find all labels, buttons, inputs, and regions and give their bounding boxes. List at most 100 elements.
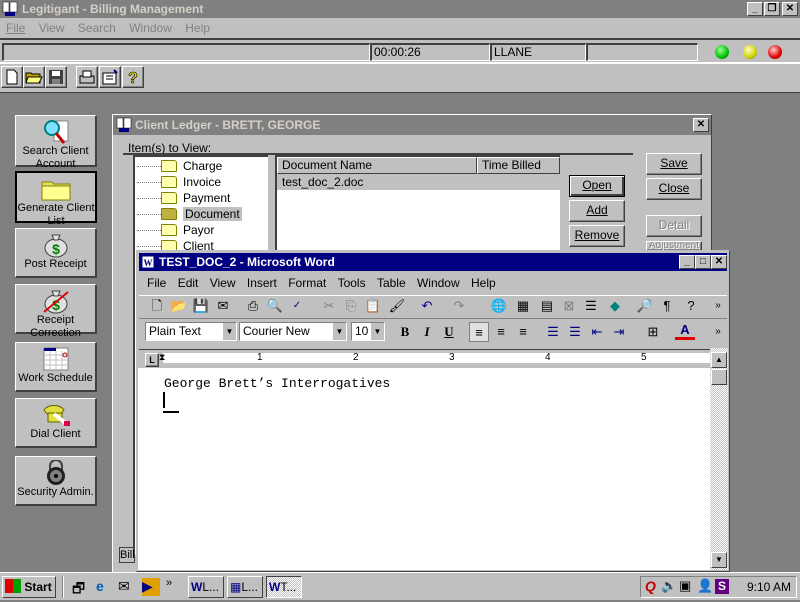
tree-item-document[interactable]: Document — [137, 206, 242, 222]
align-center-button[interactable]: ≡ — [491, 322, 511, 342]
font-size-dropdown[interactable]: 10 ▼ — [351, 322, 385, 341]
word-menu-view[interactable]: View — [210, 276, 236, 290]
post-receipt-button[interactable]: $ Post Receipt — [15, 228, 97, 278]
outlook-quicklaunch-icon[interactable]: ✉ — [118, 578, 136, 596]
menu-view[interactable]: View — [39, 21, 65, 35]
receipt-correction-button[interactable]: $ Receipt Correction — [15, 284, 97, 339]
format-toolbar-more-icon[interactable]: » — [711, 322, 725, 342]
align-right-button[interactable]: ≡ — [513, 322, 533, 342]
word-insert-table-icon[interactable]: ▤ — [537, 296, 557, 316]
underline-button[interactable]: U — [439, 322, 459, 342]
taskbar-task-word-t[interactable]: WT... — [266, 576, 302, 598]
close-button[interactable]: ✕ — [782, 2, 798, 16]
table-row[interactable]: test_doc_2.doc — [277, 174, 560, 190]
word-new-icon[interactable]: 🗋 — [147, 296, 167, 316]
word-drawing-icon[interactable]: ◆ — [605, 296, 625, 316]
tree-item-payor[interactable]: Payor — [137, 222, 214, 238]
word-save-icon[interactable]: 💾 — [191, 296, 211, 316]
network-tray-icon[interactable]: ▣ — [679, 578, 691, 594]
add-button[interactable]: Add — [569, 200, 625, 222]
font-dropdown[interactable]: Courier New ▼ — [239, 322, 347, 341]
user-tray-icon[interactable]: 👤 — [697, 578, 713, 594]
quicken-tray-icon[interactable]: Q — [645, 578, 656, 594]
save-ledger-button[interactable]: Save — [646, 153, 702, 175]
bold-button[interactable]: B — [395, 322, 415, 342]
bill-tab[interactable]: Bill — [119, 547, 135, 563]
tree-item-charge[interactable]: Charge — [137, 158, 222, 174]
word-menu-file[interactable]: File — [147, 276, 166, 290]
desktop-quicklaunch-icon[interactable]: 🗗 — [72, 578, 90, 596]
taskbar-task-legitigant[interactable]: ▦L... — [227, 576, 263, 598]
decrease-indent-button[interactable]: ⇤ — [587, 322, 607, 342]
word-hyperlink-icon[interactable]: 🌐 — [489, 296, 509, 316]
increase-indent-button[interactable]: ⇥ — [609, 322, 629, 342]
word-show-hide-icon[interactable]: ¶ — [657, 296, 677, 316]
word-menu-insert[interactable]: Insert — [247, 276, 277, 290]
open-button[interactable] — [23, 66, 45, 88]
open-button[interactable]: Open — [569, 175, 625, 197]
dial-client-button[interactable]: Dial Client — [15, 398, 97, 448]
tree-item-invoice[interactable]: Invoice — [137, 174, 221, 190]
print-button[interactable] — [76, 66, 98, 88]
taskbar-task-word-l[interactable]: WL... — [188, 576, 224, 598]
word-help-icon[interactable]: ? — [681, 296, 701, 316]
column-time-billed[interactable]: Time Billed — [477, 157, 560, 174]
work-schedule-button[interactable]: Work Schedule — [15, 342, 97, 392]
numbering-button[interactable]: ☰ — [543, 322, 563, 342]
word-email-icon[interactable]: ✉ — [213, 296, 233, 316]
tree-item-payment[interactable]: Payment — [137, 190, 230, 206]
word-menu-window[interactable]: Window — [417, 276, 460, 290]
word-spelling-icon[interactable]: ✓ — [287, 296, 307, 316]
save-button[interactable] — [45, 66, 67, 88]
volume-tray-icon[interactable]: 🔈 — [661, 578, 677, 594]
word-cut-icon[interactable]: ✂ — [319, 296, 339, 316]
word-open-icon[interactable]: 📂 — [169, 296, 189, 316]
ruler[interactable]: L ⧗ 1 2 3 4 5 — [139, 349, 711, 369]
vertical-scrollbar[interactable]: ▲ ▼ — [710, 348, 728, 570]
menu-help[interactable]: Help — [185, 21, 210, 35]
search-client-account-button[interactable]: Search Client Account — [15, 115, 97, 170]
new-button[interactable] — [1, 66, 23, 88]
generate-client-list-button[interactable]: Generate Client List — [15, 171, 97, 227]
word-menu-edit[interactable]: Edit — [178, 276, 199, 290]
media-player-quicklaunch-icon[interactable]: ▶ — [142, 578, 160, 596]
word-format-painter-icon[interactable]: 🖌 — [387, 296, 407, 316]
word-undo-icon[interactable]: ↶ — [417, 296, 437, 316]
word-print-icon[interactable]: ⎙ — [243, 296, 263, 316]
word-redo-icon[interactable]: ↷ — [449, 296, 469, 316]
word-tables-borders-icon[interactable]: ▦ — [513, 296, 533, 316]
word-toolbar-more-icon[interactable]: » — [711, 296, 725, 316]
quicklaunch-more-icon[interactable]: » — [166, 577, 172, 589]
word-menu-format[interactable]: Format — [288, 276, 326, 290]
indent-marker[interactable]: ⧗ — [159, 352, 167, 368]
menu-search[interactable]: Search — [78, 21, 116, 35]
restore-button[interactable]: ❐ — [764, 2, 780, 16]
security-admin-button[interactable]: Security Admin. — [15, 456, 97, 506]
minimize-button[interactable]: _ — [747, 2, 763, 16]
word-copy-icon[interactable]: ⎘ — [341, 296, 361, 316]
menu-file[interactable]: File — [6, 21, 25, 35]
word-paste-icon[interactable]: 📋 — [363, 296, 383, 316]
ie-quicklaunch-icon[interactable]: e — [96, 578, 114, 596]
ledger-close-button[interactable]: ✕ — [693, 118, 709, 132]
word-columns-icon[interactable]: ☰ — [581, 296, 601, 316]
word-document-map-icon[interactable]: 🔎 — [635, 296, 655, 316]
bullets-button[interactable]: ☰ — [565, 322, 585, 342]
word-close-button[interactable]: ✕ — [711, 255, 727, 269]
style-dropdown[interactable]: Plain Text ▼ — [145, 322, 237, 341]
clock[interactable]: 9:10 AM — [747, 580, 791, 594]
start-button[interactable]: Start — [2, 576, 56, 598]
word-maximize-button[interactable]: □ — [695, 255, 711, 269]
word-menu-tools[interactable]: Tools — [338, 276, 366, 290]
column-document-name[interactable]: Document Name — [277, 157, 477, 174]
help-button[interactable]: ? — [122, 66, 144, 88]
remove-button[interactable]: Remove — [569, 225, 625, 247]
word-menu-table[interactable]: Table — [377, 276, 406, 290]
close-ledger-button[interactable]: Close — [646, 178, 702, 200]
scroll-down-button[interactable]: ▼ — [711, 552, 727, 568]
menu-window[interactable]: Window — [129, 21, 172, 35]
scroll-up-button[interactable]: ▲ — [711, 352, 727, 368]
italic-button[interactable]: I — [417, 322, 437, 342]
scroll-thumb[interactable] — [711, 369, 727, 385]
word-insert-excel-icon[interactable]: ⊠ — [559, 296, 579, 316]
